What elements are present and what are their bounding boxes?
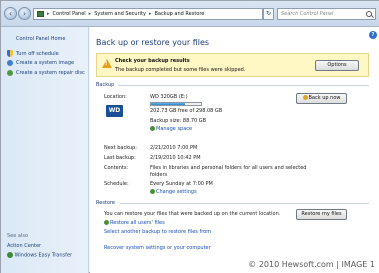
system-image-icon	[7, 60, 13, 66]
drive-usage-fill	[151, 103, 185, 105]
task-pane: Control Panel Home Turn off schedule Cre…	[1, 27, 89, 273]
section-divider	[118, 85, 369, 86]
action-center-link[interactable]: Action Center	[7, 243, 41, 249]
restore-all-users-link[interactable]: Restore all users' files	[104, 220, 165, 226]
restore-my-files-button[interactable]: Restore my files	[296, 209, 347, 220]
banner-text: The backup completed but some files were…	[115, 67, 246, 73]
shield-icon	[150, 189, 155, 194]
wd-drive-logo: WD	[106, 105, 123, 117]
breadcrumb-backup-restore[interactable]: Backup and Restore	[154, 11, 204, 17]
next-backup-value: 2/21/2010 7:00 PM	[150, 145, 198, 151]
control-panel-icon	[37, 11, 44, 17]
last-backup-value: 2/19/2010 10:42 PM	[150, 155, 201, 161]
back-arrow-icon[interactable]: ‹	[4, 7, 17, 20]
see-also-heading: See also	[7, 233, 29, 239]
chevron-right-icon[interactable]: ▸	[149, 11, 152, 17]
back-up-now-button[interactable]: Back up now	[296, 93, 347, 104]
task-label: Create a system repair disc	[16, 70, 85, 76]
help-icon[interactable]: ?	[369, 31, 377, 39]
backup-restore-window: ‹ › ▸ Control Panel ▸ System and Securit…	[0, 0, 379, 273]
change-settings-link[interactable]: Change settings	[150, 189, 197, 195]
warning-mark: !	[105, 61, 108, 67]
contents-label: Contents:	[104, 165, 129, 171]
section-divider	[120, 203, 369, 204]
contents-value-line2: folders	[150, 172, 168, 178]
task-label: Turn off schedule	[16, 50, 59, 57]
task-label: Windows Easy Transfer	[14, 252, 72, 259]
banner-title: Check your backup results	[115, 58, 190, 64]
main-content: ? Back up or restore your files ! Check …	[90, 27, 379, 273]
free-space-text: 202.73 GB free of 298.08 GB	[150, 108, 223, 114]
search-icon[interactable]	[366, 11, 372, 17]
backup-size-text: Backup size: 88.70 GB	[150, 118, 207, 124]
shield-icon	[150, 126, 155, 131]
control-panel-home-link[interactable]: Control Panel Home	[16, 36, 66, 42]
refresh-icon[interactable]: ↻	[263, 8, 274, 20]
address-bar: ‹ › ▸ Control Panel ▸ System and Securit…	[1, 1, 379, 27]
shield-icon	[302, 95, 308, 100]
create-repair-disc-link[interactable]: Create a system repair disc	[7, 70, 85, 76]
backup-section-heading: Backup	[96, 82, 115, 88]
shield-icon	[7, 50, 13, 57]
chevron-right-icon[interactable]: ▸	[47, 11, 50, 17]
chevron-right-icon[interactable]: ▸	[89, 11, 92, 17]
search-placeholder: Search Control Panel	[281, 11, 334, 17]
select-another-backup-link[interactable]: Select another backup to restore files f…	[104, 229, 211, 235]
options-button[interactable]: Options	[315, 60, 359, 71]
create-system-image-link[interactable]: Create a system image	[7, 60, 74, 66]
breadcrumb-system-security[interactable]: System and Security	[94, 11, 146, 17]
manage-space-label: Manage space	[156, 126, 193, 132]
location-label: Location:	[104, 94, 127, 100]
forward-arrow-icon[interactable]: ›	[18, 7, 31, 20]
page-title: Back up or restore your files	[96, 38, 210, 47]
back-up-now-label: Back up now	[308, 95, 341, 101]
easy-transfer-icon	[7, 252, 13, 258]
copyright-watermark: © 2010 Hewsoft.com | IMAGE 1	[248, 260, 375, 269]
recover-system-link[interactable]: Recover system settings or your computer	[104, 245, 211, 251]
backup-results-banner: ! Check your backup results The backup c…	[96, 53, 369, 77]
shield-icon	[104, 220, 109, 225]
restore-description: You can restore your files that were bac…	[104, 211, 281, 217]
breadcrumb-control-panel[interactable]: Control Panel	[53, 11, 86, 17]
breadcrumb[interactable]: ▸ Control Panel ▸ System and Security ▸ …	[33, 8, 263, 20]
search-input[interactable]: Search Control Panel	[277, 8, 376, 20]
restore-all-users-label: Restore all users' files	[110, 220, 165, 226]
contents-value-line1: Files in libraries and personal folders …	[150, 165, 307, 171]
restore-section-heading: Restore	[96, 200, 115, 206]
manage-space-link[interactable]: Manage space	[150, 126, 192, 132]
schedule-label: Schedule:	[104, 181, 129, 187]
drive-usage-bar	[150, 102, 202, 106]
repair-disc-icon	[7, 70, 13, 76]
change-settings-label: Change settings	[156, 189, 197, 195]
task-label: Create a system image	[16, 60, 75, 66]
last-backup-label: Last backup:	[104, 155, 136, 161]
next-backup-label: Next backup:	[104, 145, 137, 151]
windows-easy-transfer-link[interactable]: Windows Easy Transfer	[7, 252, 72, 259]
turn-off-schedule-link[interactable]: Turn off schedule	[7, 50, 59, 57]
schedule-value: Every Sunday at 7:00 PM	[150, 181, 213, 187]
drive-name: WD 320GB (E:)	[150, 94, 188, 100]
